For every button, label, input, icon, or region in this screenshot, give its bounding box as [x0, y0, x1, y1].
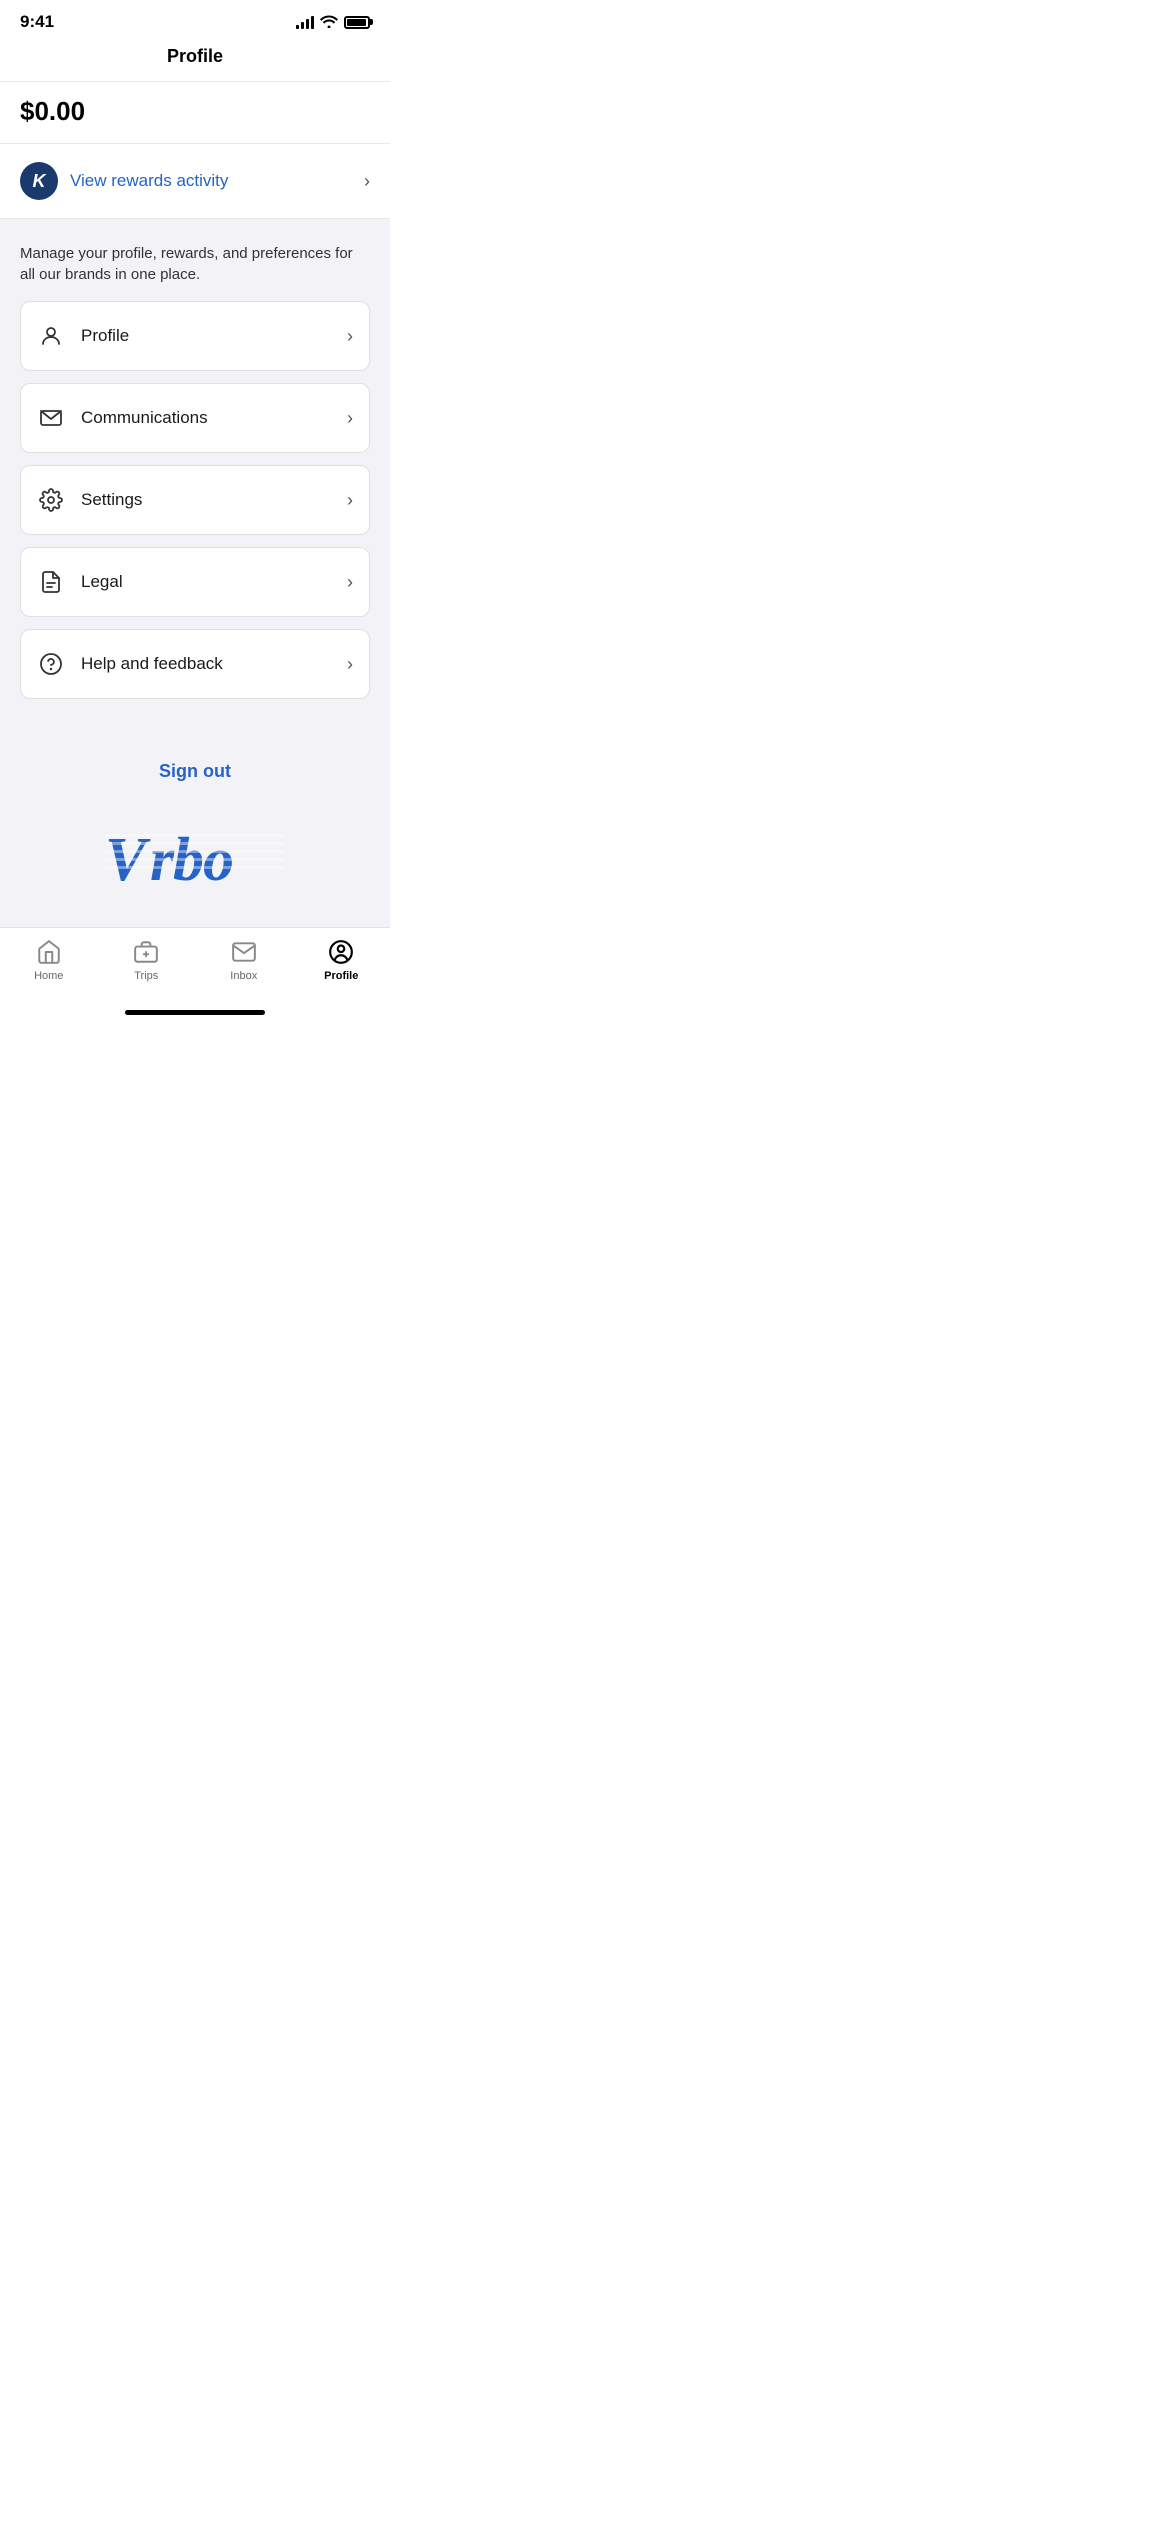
menu-legal-label: Legal — [81, 572, 123, 592]
trips-nav-label: Trips — [134, 970, 158, 982]
rewards-row[interactable]: K View rewards activity › — [0, 144, 390, 219]
profile-nav-icon — [327, 938, 355, 966]
trips-nav-icon — [132, 938, 160, 966]
page-header: Profile — [0, 38, 390, 82]
home-indicator — [0, 1002, 390, 1019]
mail-icon — [37, 404, 65, 432]
help-chevron-icon: › — [347, 654, 353, 675]
menu-help-label: Help and feedback — [81, 654, 223, 674]
home-bar — [125, 1010, 265, 1015]
nav-item-trips[interactable]: Trips — [98, 938, 196, 982]
menu-item-profile[interactable]: Profile › — [20, 301, 370, 371]
status-time: 9:41 — [20, 12, 54, 32]
nav-item-home[interactable]: Home — [0, 938, 98, 982]
signout-button[interactable]: Sign out — [159, 761, 231, 782]
manage-description: Manage your profile, rewards, and prefer… — [20, 243, 370, 285]
vrbo-logo: V r b o — [105, 822, 285, 897]
balance-amount: $0.00 — [20, 96, 85, 126]
nav-item-profile[interactable]: Profile — [293, 938, 391, 982]
home-nav-label: Home — [34, 970, 63, 982]
inbox-nav-icon — [230, 938, 258, 966]
profile-nav-label: Profile — [324, 970, 358, 982]
status-bar: 9:41 — [0, 0, 390, 38]
gear-icon — [37, 486, 65, 514]
document-icon — [37, 568, 65, 596]
rewards-link[interactable]: View rewards activity — [70, 171, 228, 191]
legal-chevron-icon: › — [347, 572, 353, 593]
bottom-nav: Home Trips Inbox — [0, 927, 390, 1002]
communications-chevron-icon: › — [347, 408, 353, 429]
rewards-left: K View rewards activity — [20, 162, 228, 200]
signal-icon — [296, 15, 314, 29]
home-nav-icon — [35, 938, 63, 966]
profile-chevron-icon: › — [347, 326, 353, 347]
balance-section: $0.00 — [0, 82, 390, 144]
signout-section: Sign out — [0, 731, 390, 802]
menu-item-settings[interactable]: Settings › — [20, 465, 370, 535]
wifi-icon — [320, 14, 338, 31]
menu-section: Manage your profile, rewards, and prefer… — [0, 219, 390, 731]
nav-item-inbox[interactable]: Inbox — [195, 938, 293, 982]
menu-item-legal[interactable]: Legal › — [20, 547, 370, 617]
rewards-icon: K — [20, 162, 58, 200]
battery-icon — [344, 16, 370, 29]
person-icon — [37, 322, 65, 350]
menu-profile-label: Profile — [81, 326, 129, 346]
inbox-nav-label: Inbox — [230, 970, 257, 982]
status-icons — [296, 14, 370, 31]
settings-chevron-icon: › — [347, 490, 353, 511]
menu-communications-label: Communications — [81, 408, 208, 428]
rewards-chevron-icon: › — [364, 171, 370, 192]
menu-settings-label: Settings — [81, 490, 142, 510]
question-icon — [37, 650, 65, 678]
page-title: Profile — [167, 46, 223, 66]
menu-item-help[interactable]: Help and feedback › — [20, 629, 370, 699]
menu-item-communications[interactable]: Communications › — [20, 383, 370, 453]
logo-section: V r b o — [0, 802, 390, 927]
